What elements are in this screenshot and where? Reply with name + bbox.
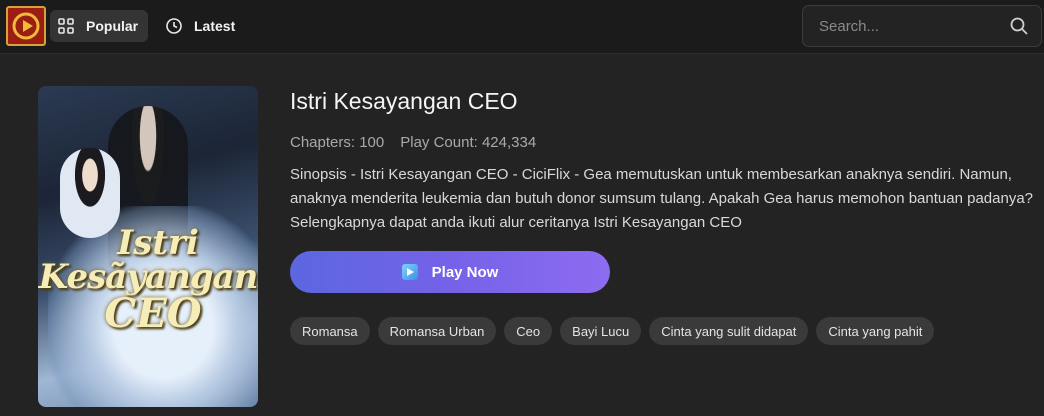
poster-title-line-1: Istri <box>117 223 199 263</box>
search-icon[interactable] <box>1009 16 1029 36</box>
tag-ceo[interactable]: Ceo <box>504 317 553 345</box>
drama-title: Istri Kesayangan CEO <box>290 88 518 114</box>
clock-icon <box>164 16 184 36</box>
poster-figure-female <box>60 148 120 238</box>
play-now-label: Play Now <box>431 263 499 281</box>
genre-tags: Romansa Romansa Urban Ceo Bayi Lucu Cint… <box>290 317 935 345</box>
nav-popular-label: Popular <box>86 18 139 34</box>
tag-bayi-lucu[interactable]: Bayi Lucu <box>560 317 642 345</box>
chapters-count: Chapters: 100 <box>290 134 385 151</box>
tag-cinta-pahit[interactable]: Cinta yang pahit <box>816 317 935 345</box>
poster-title-art: Istri Kesãyangan CEO <box>38 226 258 334</box>
play-now-button[interactable]: Play Now <box>290 251 610 293</box>
play-logo-icon <box>12 12 40 40</box>
search-box <box>802 5 1042 47</box>
drama-meta: Chapters: 100 Play Count: 424,334 <box>290 134 536 151</box>
poster-title-line-3: CEO <box>104 290 202 337</box>
search-input[interactable] <box>803 6 1003 46</box>
poster-title-line-2: Kesãyangan <box>38 257 258 297</box>
tag-romansa[interactable]: Romansa <box>290 317 370 345</box>
play-count: Play Count: 424,334 <box>400 134 537 151</box>
grid-icon <box>56 16 76 36</box>
app-logo[interactable] <box>6 6 46 46</box>
nav-latest-label: Latest <box>194 18 236 34</box>
nav-latest[interactable]: Latest <box>158 10 245 42</box>
drama-poster[interactable]: Istri Kesãyangan CEO <box>38 86 258 407</box>
tag-romansa-urban[interactable]: Romansa Urban <box>377 317 497 345</box>
nav-popular[interactable]: Popular <box>50 10 149 42</box>
drama-synopsis: Sinopsis - Istri Kesayangan CEO - CiciFl… <box>290 166 1033 231</box>
play-icon <box>401 264 418 280</box>
tag-cinta-sulit-didapat[interactable]: Cinta yang sulit didapat <box>649 317 809 345</box>
top-navigation-bar: Popular Latest <box>0 0 1044 54</box>
